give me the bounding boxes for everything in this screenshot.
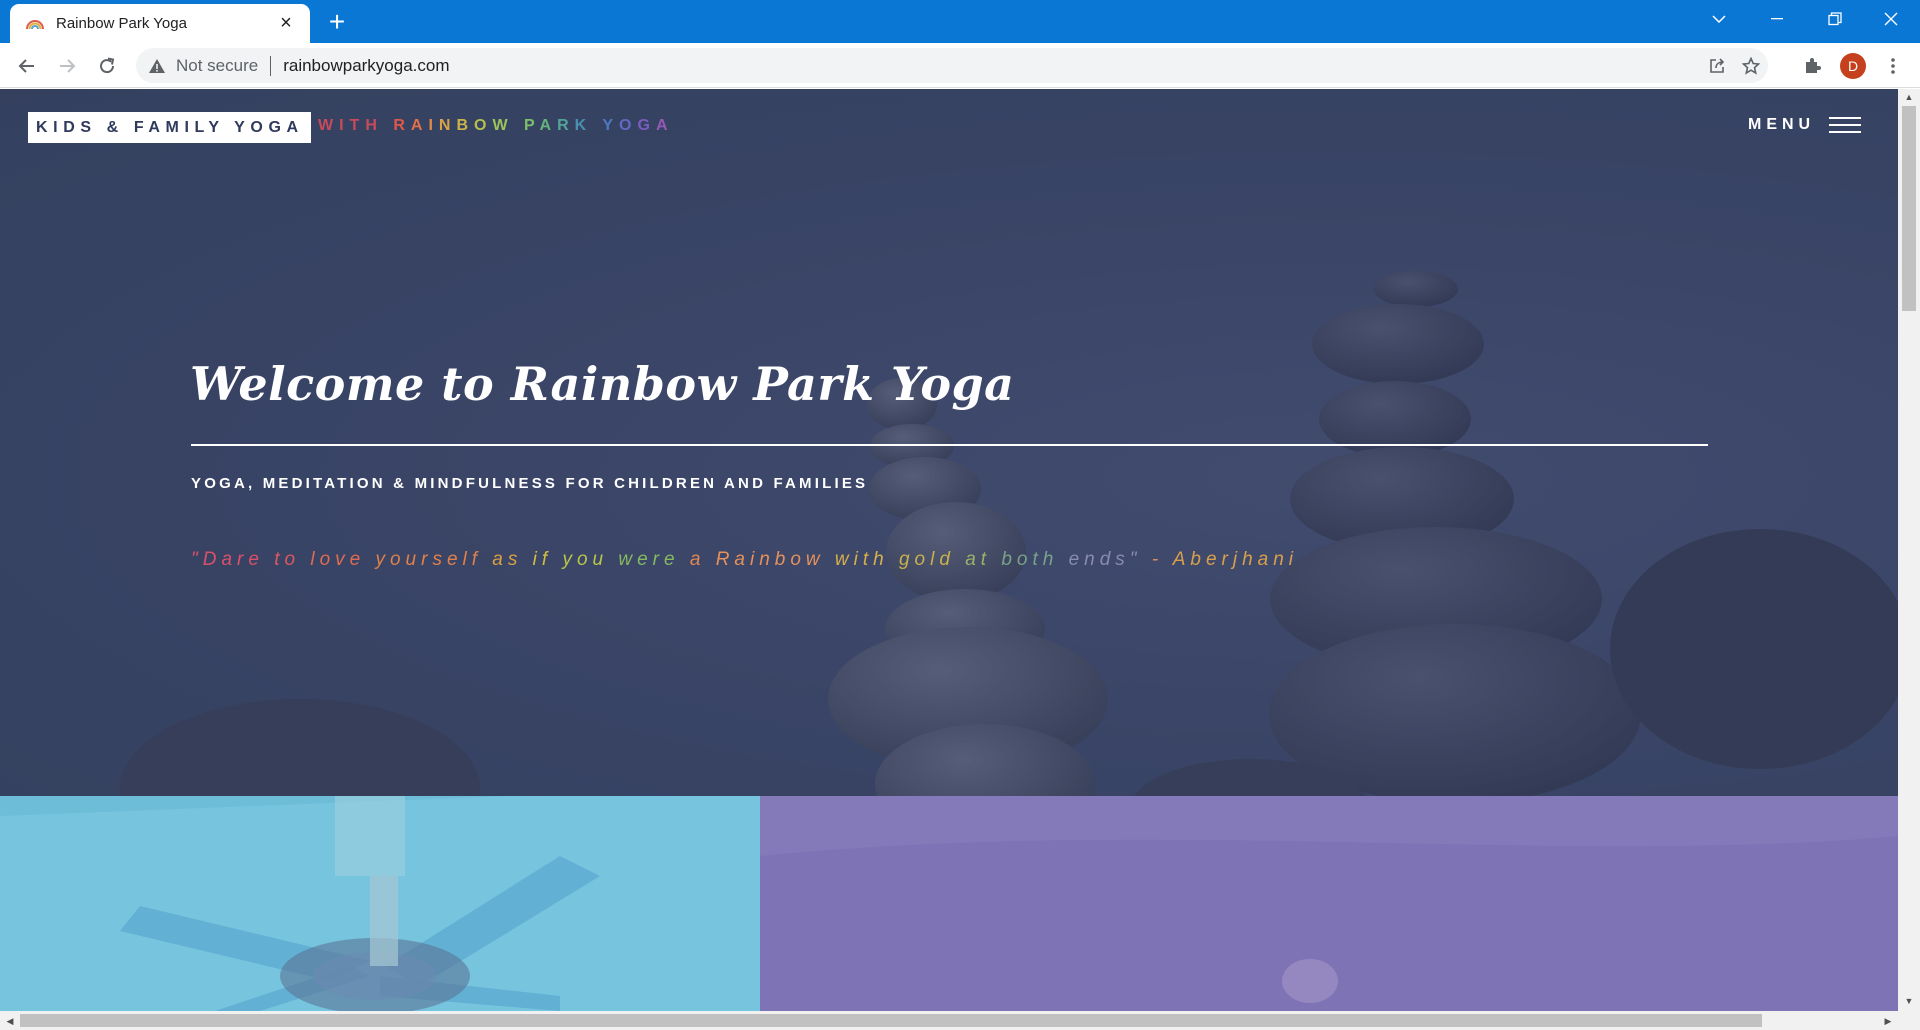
yoga-mats-image	[0, 796, 760, 1011]
warning-icon	[149, 58, 165, 73]
address-bar[interactable]: Not secure rainbowparkyoga.com	[136, 48, 1768, 83]
quote-word: love	[310, 549, 376, 570]
quote-word: "Dare	[191, 549, 275, 570]
quote-word: ends"	[1068, 549, 1152, 570]
brand-sub-letter: B	[456, 117, 475, 134]
forward-icon[interactable]	[50, 49, 84, 83]
rainbow-quote: "Dare to love yourself as if you were a …	[191, 549, 1298, 571]
brand-sub-with: WITH	[318, 117, 383, 134]
brand-sub-letter: I	[428, 117, 439, 134]
reload-icon[interactable]	[90, 49, 124, 83]
brand-subtitle: WITH RAINBOW PARK YOGA	[318, 117, 674, 135]
brand-name: KIDS & FAMILY YOGA	[36, 118, 304, 136]
brand-sub-rainbow: RAINBOW PARK YOGA	[393, 117, 673, 134]
tab-search-icon[interactable]	[1690, 0, 1748, 38]
brand-sub-letter: R	[557, 117, 575, 134]
brand-sub-letter	[592, 117, 602, 134]
brand-sub-letter: A	[539, 117, 558, 134]
brand-sub-letter: O	[619, 117, 638, 134]
minimize-icon[interactable]	[1748, 0, 1806, 38]
quote-word: as	[492, 549, 533, 570]
quote-word: were	[618, 549, 690, 570]
security-label[interactable]: Not secure	[176, 56, 258, 76]
quote-word: gold	[898, 549, 966, 570]
page-title: Welcome to Rainbow Park Yoga	[190, 357, 1015, 411]
scroll-up-arrow-icon[interactable]: ▲	[1901, 89, 1917, 105]
brand-sub-letter: O	[474, 117, 493, 134]
brand-sub-letter: G	[637, 117, 656, 134]
browser-toolbar: Not secure rainbowparkyoga.com D	[0, 43, 1920, 88]
quote-word: at	[965, 549, 1002, 570]
brand-sub-letter: N	[438, 117, 457, 134]
brand-sub-letter: P	[524, 117, 540, 134]
brand-sub-letter	[514, 117, 524, 134]
bookmark-star-icon[interactable]	[1734, 48, 1768, 83]
menu-button[interactable]: MENU	[1748, 116, 1862, 134]
omnibox-divider	[270, 55, 272, 76]
brand-sub-letter: A	[410, 117, 429, 134]
scroll-right-arrow-icon[interactable]: ▶	[1880, 1013, 1896, 1029]
rainbow-favicon-icon	[26, 18, 44, 30]
vertical-scroll-thumb[interactable]	[1902, 106, 1916, 311]
horizontal-scroll-thumb[interactable]	[20, 1014, 1762, 1027]
browser-tab[interactable]: Rainbow Park Yoga ×	[10, 4, 310, 43]
site-logo[interactable]: KIDS & FAMILY YOGA	[28, 112, 311, 143]
quote-word: if	[532, 549, 563, 570]
family-photo-image	[760, 796, 1898, 1011]
brand-sub-letter: R	[393, 117, 411, 134]
horizontal-scrollbar[interactable]: ◀ ▶	[0, 1011, 1920, 1030]
kids-yoga-panel[interactable]	[0, 796, 760, 1011]
hero-divider	[191, 444, 1708, 446]
hamburger-icon	[1829, 117, 1862, 133]
page-viewport: KIDS & FAMILY YOGA WITH RAINBOW PARK YOG…	[0, 89, 1898, 1011]
quote-word: -	[1151, 549, 1173, 570]
family-yoga-panel[interactable]	[760, 796, 1898, 1011]
tab-close-icon[interactable]: ×	[276, 12, 296, 34]
tab-title: Rainbow Park Yoga	[56, 15, 187, 32]
avatar-initial: D	[1840, 53, 1866, 79]
quote-word: Aberjhani	[1172, 549, 1298, 570]
quote-word: Rainbow	[715, 549, 835, 570]
restore-icon[interactable]	[1806, 0, 1864, 38]
url-text[interactable]: rainbowparkyoga.com	[283, 56, 449, 76]
more-menu-icon[interactable]	[1876, 49, 1910, 83]
vertical-scrollbar[interactable]: ▲ ▼	[1898, 89, 1920, 1011]
browser-tab-bar: Rainbow Park Yoga × +	[0, 0, 1920, 43]
hero-overlay	[0, 89, 1898, 796]
brand-sub-letter: Y	[602, 117, 620, 134]
scroll-left-arrow-icon[interactable]: ◀	[2, 1013, 18, 1029]
extensions-icon[interactable]	[1795, 49, 1829, 83]
new-tab-button[interactable]: +	[323, 8, 351, 36]
profile-avatar[interactable]: D	[1836, 49, 1870, 83]
tagline: YOGA, MEDITATION & MINDFULNESS FOR CHILD…	[191, 475, 869, 492]
quote-word: to	[274, 549, 311, 570]
brand-sub-letter: A	[655, 117, 674, 134]
back-icon[interactable]	[10, 49, 44, 83]
menu-label: MENU	[1748, 116, 1816, 133]
hero-section: KIDS & FAMILY YOGA WITH RAINBOW PARK YOG…	[0, 89, 1898, 796]
quote-word: with	[834, 549, 899, 570]
scroll-down-arrow-icon[interactable]: ▼	[1901, 993, 1917, 1009]
quote-word: you	[562, 549, 619, 570]
quote-word: both	[1001, 549, 1069, 570]
close-window-icon[interactable]	[1862, 0, 1920, 38]
quote-word: yourself	[375, 549, 493, 570]
brand-sub-letter: K	[574, 117, 593, 134]
share-icon[interactable]	[1700, 48, 1734, 83]
brand-sub-letter: W	[492, 117, 514, 134]
quote-word: a	[689, 549, 716, 570]
